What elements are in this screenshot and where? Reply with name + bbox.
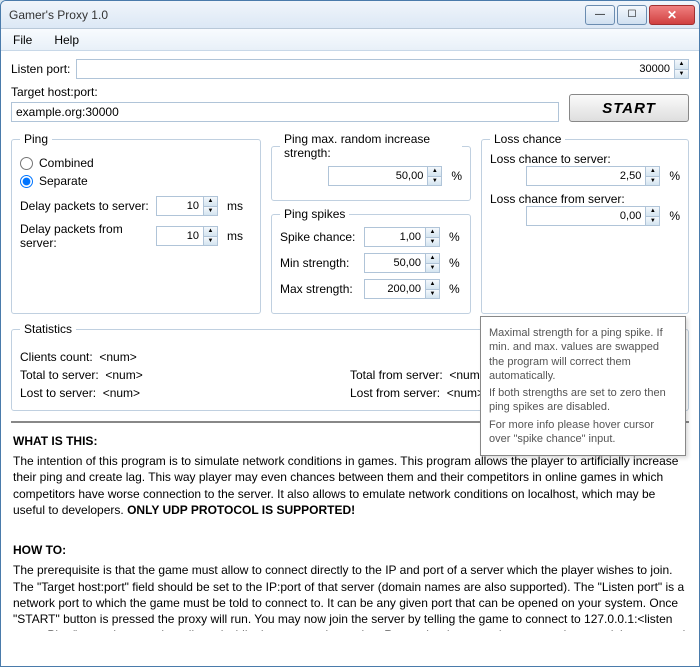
spin-down-icon[interactable]: ▼	[675, 70, 688, 79]
spike-chance-label: Spike chance:	[280, 230, 358, 244]
spin-down-icon[interactable]: ▼	[204, 207, 217, 216]
maximize-button[interactable]: ☐	[617, 5, 647, 25]
ping-legend: Ping	[20, 132, 52, 146]
spikes-group: Ping spikes Spike chance: ▲▼ % Min stren…	[271, 207, 471, 314]
delay-from-label: Delay packets from server:	[20, 222, 150, 250]
minimize-button[interactable]: —	[585, 5, 615, 25]
spin-down-icon[interactable]: ▼	[426, 238, 439, 247]
spin-down-icon[interactable]: ▼	[426, 290, 439, 299]
total-to-value: <num>	[105, 368, 142, 382]
spikes-legend: Ping spikes	[280, 207, 349, 221]
spin-down-icon[interactable]: ▼	[646, 217, 659, 226]
clients-value: <num>	[99, 350, 136, 364]
min-strength-label: Min strength:	[280, 256, 358, 270]
delay-to-input[interactable]	[156, 196, 204, 216]
spin-up-icon[interactable]: ▲	[204, 227, 217, 237]
separate-radio[interactable]	[20, 175, 33, 188]
listen-port-input[interactable]	[76, 59, 675, 79]
listen-port-label: Listen port:	[11, 62, 70, 76]
random-group: Ping max. random increase strength: ▲▼ %	[271, 132, 471, 201]
delay-to-label: Delay packets to server:	[20, 199, 150, 213]
ping-group: Ping Combined Separate Delay packets to …	[11, 132, 261, 314]
min-strength-input[interactable]	[364, 253, 426, 273]
spin-down-icon[interactable]: ▼	[426, 264, 439, 273]
loss-group: Loss chance Loss chance to server: ▲▼ % …	[481, 132, 689, 314]
spike-chance-input[interactable]	[364, 227, 426, 247]
start-button[interactable]: START	[569, 94, 689, 122]
spin-up-icon[interactable]: ▲	[426, 280, 439, 290]
close-button[interactable]: ✕	[649, 5, 695, 25]
spin-up-icon[interactable]: ▲	[426, 228, 439, 238]
window-title: Gamer's Proxy 1.0	[5, 8, 583, 22]
menu-bar: File Help	[1, 29, 699, 51]
spin-up-icon[interactable]: ▲	[675, 60, 688, 70]
spin-down-icon[interactable]: ▼	[646, 177, 659, 186]
loss-legend: Loss chance	[490, 132, 565, 146]
spin-up-icon[interactable]: ▲	[646, 167, 659, 177]
spin-up-icon[interactable]: ▲	[428, 167, 441, 177]
spin-up-icon[interactable]: ▲	[426, 254, 439, 264]
delay-from-input[interactable]	[156, 226, 204, 246]
menu-help[interactable]: Help	[46, 31, 87, 49]
random-input[interactable]	[328, 166, 428, 186]
menu-file[interactable]: File	[5, 31, 40, 49]
loss-from-label: Loss chance from server:	[490, 192, 680, 206]
max-strength-input[interactable]	[364, 279, 426, 299]
target-input[interactable]	[11, 102, 559, 122]
stats-legend: Statistics	[20, 322, 76, 336]
lost-from-value: <num>	[447, 386, 484, 400]
target-label: Target host:port:	[11, 85, 559, 99]
window-buttons: — ☐ ✕	[583, 5, 695, 25]
tooltip: Maximal strength for a ping spike. If mi…	[480, 316, 686, 456]
max-strength-label: Max strength:	[280, 282, 358, 296]
spin-up-icon[interactable]: ▲	[204, 197, 217, 207]
loss-from-input[interactable]	[526, 206, 646, 226]
lost-to-value: <num>	[103, 386, 140, 400]
loss-to-input[interactable]	[526, 166, 646, 186]
combined-radio[interactable]	[20, 157, 33, 170]
spin-down-icon[interactable]: ▼	[428, 177, 441, 186]
titlebar: Gamer's Proxy 1.0 — ☐ ✕	[1, 1, 699, 29]
random-legend: Ping max. random increase strength:	[280, 132, 462, 160]
loss-to-label: Loss chance to server:	[490, 152, 680, 166]
spin-up-icon[interactable]: ▲	[646, 207, 659, 217]
spin-down-icon[interactable]: ▼	[204, 237, 217, 246]
